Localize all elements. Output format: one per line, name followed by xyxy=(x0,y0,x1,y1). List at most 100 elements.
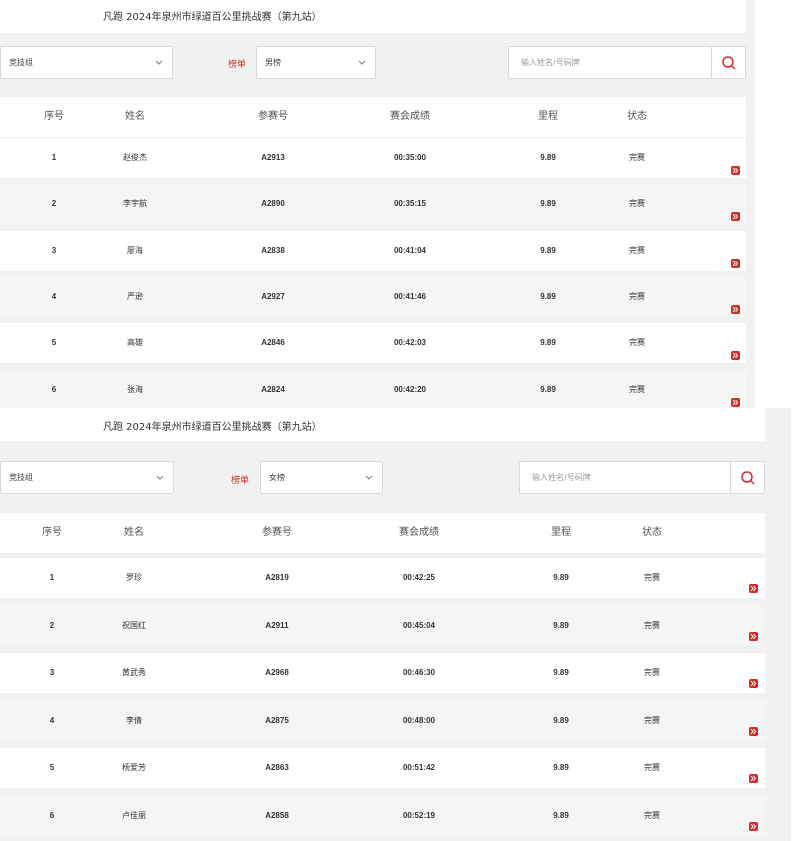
row-status: 完赛 xyxy=(644,763,660,773)
double-chevron-right-icon[interactable] xyxy=(731,351,740,361)
chevron-down-icon xyxy=(358,60,366,65)
row-time: 00:42:20 xyxy=(393,384,427,394)
row-status: 完赛 xyxy=(629,384,645,394)
double-chevron-right-icon[interactable] xyxy=(731,304,740,314)
rank-select-value: 女榜 xyxy=(269,473,285,482)
search-icon xyxy=(721,55,736,70)
header-distance: 里程 xyxy=(538,111,558,122)
row-distance: 9.89 xyxy=(553,620,569,630)
double-chevron-right-icon[interactable] xyxy=(749,822,758,831)
header-rank: 序号 xyxy=(42,527,62,538)
table-row[interactable]: 4 李倩 A2875 00:48:00 9.89 完赛 xyxy=(0,700,765,741)
table-row[interactable]: 6 卢佳丽 A2858 00:52:19 9.89 完赛 xyxy=(0,796,765,836)
row-time: 00:48:00 xyxy=(402,715,436,725)
row-status: 完赛 xyxy=(629,338,645,348)
row-bib: A2863 xyxy=(265,763,289,773)
double-chevron-right-icon[interactable] xyxy=(731,258,740,268)
search-box[interactable]: 输入姓名/号码牌 xyxy=(519,461,765,494)
row-distance: 9.89 xyxy=(553,668,569,678)
double-chevron-right-icon[interactable] xyxy=(749,631,758,641)
table-row[interactable]: 5 杨爱芳 A2863 00:51:42 9.89 完赛 xyxy=(0,748,765,789)
row-bib: A2927 xyxy=(261,291,285,301)
double-chevron-right-icon[interactable] xyxy=(731,166,740,175)
row-name: 祝国红 xyxy=(122,620,146,630)
row-status: 完赛 xyxy=(644,668,660,678)
chevron-down-icon xyxy=(155,60,163,65)
row-rank: 5 xyxy=(51,338,57,348)
row-distance: 9.89 xyxy=(540,338,556,348)
row-rank: 5 xyxy=(49,763,55,773)
double-chevron-right-icon[interactable] xyxy=(749,679,758,689)
table-row[interactable]: 1 赵俊杰 A2913 00:35:00 9.89 完赛 xyxy=(0,138,746,178)
row-time: 00:41:46 xyxy=(393,291,427,301)
group-select[interactable]: 竞技组 xyxy=(0,46,173,79)
results-panel-women: 凡跑 2024年泉州市绿道百公里挑战赛（第九站） 竞技组 榜单 女榜 输入姓名/… xyxy=(0,408,791,841)
header-bib: 参赛号 xyxy=(262,527,292,538)
row-name: 李宇航 xyxy=(123,199,147,209)
row-name: 卢佳丽 xyxy=(122,811,146,820)
table-row[interactable]: 1 罗珍 A2819 00:42:25 9.89 完赛 xyxy=(0,558,765,598)
table-header: 序号 姓名 参赛号 赛会成绩 里程 状态 xyxy=(0,97,746,137)
search-button[interactable] xyxy=(711,47,745,78)
group-select-value: 竞技组 xyxy=(9,58,33,67)
row-distance: 9.89 xyxy=(540,245,556,255)
double-chevron-right-icon[interactable] xyxy=(731,212,740,222)
table-row[interactable]: 3 黄武秀 A2968 00:46:30 9.89 完赛 xyxy=(0,653,765,694)
search-button[interactable] xyxy=(730,462,764,493)
rank-select[interactable]: 女榜 xyxy=(260,461,383,494)
table-row[interactable]: 2 李宇航 A2890 00:35:15 9.89 完赛 xyxy=(0,184,746,225)
row-rank: 2 xyxy=(49,620,55,630)
double-chevron-right-icon[interactable] xyxy=(749,774,758,784)
page-title: 凡跑 2024年泉州市绿道百公里挑战赛（第九站） xyxy=(103,422,322,433)
row-time: 00:35:15 xyxy=(393,199,427,209)
table-header: 序号 姓名 参赛号 赛会成绩 里程 状态 xyxy=(0,513,765,553)
row-distance: 9.89 xyxy=(540,384,556,394)
search-icon xyxy=(740,470,755,485)
row-status: 完赛 xyxy=(629,199,645,209)
row-distance: 9.89 xyxy=(540,199,556,209)
row-bib: A2819 xyxy=(265,573,289,582)
row-time: 00:51:42 xyxy=(402,763,436,773)
row-rank: 2 xyxy=(51,199,57,209)
row-bib: A2846 xyxy=(261,338,285,348)
double-chevron-right-icon[interactable] xyxy=(749,726,758,736)
table-row[interactable]: 4 严逊 A2927 00:41:46 9.89 完赛 xyxy=(0,276,746,317)
title-bar: 凡跑 2024年泉州市绿道百公里挑战赛（第九站） xyxy=(0,408,765,441)
table-row[interactable]: 2 祝国红 A2911 00:45:04 9.89 完赛 xyxy=(0,605,765,646)
search-box[interactable]: 输入姓名/号码牌 xyxy=(508,46,746,79)
table-row[interactable]: 3 廖海 A2838 00:41:04 9.89 完赛 xyxy=(0,230,746,271)
row-status: 完赛 xyxy=(644,811,660,820)
rank-select[interactable]: 男榜 xyxy=(256,46,376,79)
row-bib: A2968 xyxy=(265,668,289,678)
row-name: 廖海 xyxy=(127,245,143,255)
row-bib: A2824 xyxy=(261,384,285,394)
search-input[interactable]: 输入姓名/号码牌 xyxy=(521,57,580,68)
chevron-down-icon xyxy=(365,475,373,480)
header-status: 状态 xyxy=(642,527,662,538)
rank-label: 榜单 xyxy=(228,60,247,70)
row-name: 张海 xyxy=(127,384,143,394)
row-distance: 9.89 xyxy=(553,715,569,725)
row-name: 杨爱芳 xyxy=(122,763,146,773)
row-status: 完赛 xyxy=(644,573,660,582)
table-row[interactable]: 5 高雄 A2846 00:42:03 9.89 完赛 xyxy=(0,323,746,364)
double-chevron-right-icon[interactable] xyxy=(749,584,758,593)
header-name: 姓名 xyxy=(125,111,145,122)
row-bib: A2875 xyxy=(265,715,289,725)
header-bib: 参赛号 xyxy=(258,111,288,122)
row-bib: A2858 xyxy=(265,811,289,820)
row-bib: A2890 xyxy=(261,199,285,209)
table-row[interactable]: 6 张海 A2824 00:42:20 9.89 完赛 xyxy=(0,369,746,410)
row-bib: A2911 xyxy=(265,620,289,630)
row-rank: 3 xyxy=(49,668,55,678)
row-distance: 9.89 xyxy=(540,291,556,301)
row-name: 李倩 xyxy=(126,715,142,725)
header-time: 赛会成绩 xyxy=(390,111,430,122)
search-input[interactable]: 输入姓名/号码牌 xyxy=(532,472,591,483)
group-select[interactable]: 竞技组 xyxy=(0,461,174,494)
rank-label: 榜单 xyxy=(231,476,250,486)
row-name: 黄武秀 xyxy=(122,668,146,678)
double-chevron-right-icon[interactable] xyxy=(731,397,740,407)
row-name: 高雄 xyxy=(127,338,143,348)
header-time: 赛会成绩 xyxy=(399,527,439,538)
